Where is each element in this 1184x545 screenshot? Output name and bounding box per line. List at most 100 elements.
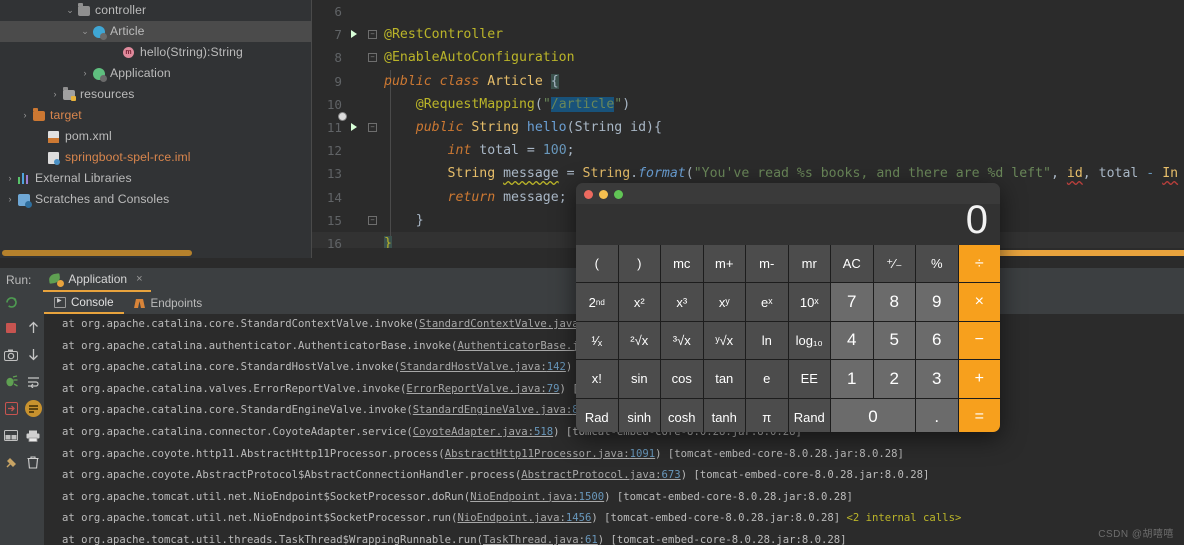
stacktrace-link[interactable]: StandardHostValve.java:142 (400, 361, 566, 373)
chevron-down-icon[interactable]: ⌄ (79, 21, 91, 42)
calc-key-x[interactable]: ²√x (618, 321, 660, 360)
calc-key-1[interactable]: 1 (831, 360, 873, 398)
run-configuration-tab[interactable]: Application × (43, 268, 151, 292)
rerun-icon[interactable] (0, 289, 22, 316)
scroll-down-icon[interactable] (22, 341, 44, 368)
project-tree-panel[interactable]: ⌄ controller ⌄ Article › m hello(String):Strin… (0, 0, 312, 258)
calc-key-2[interactable]: 2 (873, 360, 915, 398)
calc-key-sym[interactable]: ( (576, 245, 618, 283)
calc-key-2nd[interactable]: 2nd (576, 283, 618, 321)
calc-key-9[interactable]: 9 (916, 283, 958, 321)
calc-key-+[interactable]: + (958, 360, 1000, 398)
run-gutter-icon[interactable] (346, 27, 360, 41)
tree-item-pom-xml[interactable]: ›pom.xml (0, 126, 312, 147)
calc-key-cos[interactable]: cos (661, 360, 703, 398)
close-button[interactable] (584, 190, 593, 199)
calc-key-x[interactable]: x² (618, 283, 660, 321)
stacktrace-link[interactable]: StandardEngineValve.java:88 (413, 404, 585, 416)
calc-key-cosh[interactable]: cosh (661, 398, 703, 432)
minimize-button[interactable] (599, 190, 608, 199)
code-fold-toggle[interactable]: − (368, 30, 377, 40)
calc-key-10[interactable]: 10ˣ (788, 283, 830, 321)
calc-key-%[interactable]: % (916, 245, 958, 283)
calc-key-tan[interactable]: tan (703, 360, 745, 398)
calc-key-ac[interactable]: AC (831, 245, 873, 283)
calc-key-e[interactable]: eˣ (746, 283, 788, 321)
calc-key-3[interactable]: 3 (916, 360, 958, 398)
export-icon[interactable] (0, 395, 22, 422)
stacktrace-link[interactable]: NioEndpoint.java:1500 (470, 491, 604, 503)
tree-item-hello-string-string[interactable]: ›mhello(String):String (0, 42, 312, 63)
pin-icon[interactable] (0, 449, 22, 476)
calc-key-sym[interactable]: π (746, 398, 788, 432)
editor-line[interactable]: 6 (312, 0, 1184, 23)
calc-key-log[interactable]: log₁₀ (788, 321, 830, 360)
chevron-right-icon[interactable]: › (79, 63, 91, 84)
calc-key-4[interactable]: 4 (831, 321, 873, 360)
project-tree-horizontal-scrollbar[interactable] (2, 250, 192, 256)
calc-key-x[interactable]: ³√x (661, 321, 703, 360)
calc-key-tanh[interactable]: tanh (703, 398, 745, 432)
chevron-right-icon[interactable]: › (4, 189, 16, 210)
editor-line[interactable]: 9 public class Article { (312, 69, 1184, 93)
tab-endpoints[interactable]: Endpoints (124, 292, 213, 314)
calc-key-sym[interactable]: ⁺⁄₋ (873, 245, 915, 283)
calc-key-mc[interactable]: mc (661, 245, 703, 283)
calc-key-sinh[interactable]: sinh (618, 398, 660, 432)
calculator-titlebar[interactable] (576, 183, 1000, 204)
calc-key-x[interactable]: ʸ√x (703, 321, 745, 360)
editor-line[interactable]: 11 − public String hello(String id){ (312, 115, 1184, 140)
chevron-right-icon[interactable]: › (49, 84, 61, 105)
internal-calls-note[interactable]: <2 internal calls> (847, 512, 962, 524)
screenshot-icon[interactable] (0, 341, 22, 368)
debugger-icon[interactable] (0, 368, 22, 395)
calc-key-.[interactable]: . (916, 398, 958, 432)
editor-line[interactable]: 8 − @EnableAutoConfiguration (312, 46, 1184, 69)
chevron-right-icon[interactable]: › (4, 168, 16, 189)
tree-item-resources[interactable]: › resources (0, 84, 312, 105)
scroll-up-icon[interactable] (22, 314, 44, 341)
calc-key-ee[interactable]: EE (788, 360, 830, 398)
code-fold-toggle[interactable]: − (368, 215, 377, 225)
close-icon[interactable]: × (136, 273, 142, 285)
filter-icon[interactable] (22, 395, 44, 422)
stacktrace-link[interactable]: ErrorReportValve.java:79 (406, 383, 559, 395)
editor-line[interactable]: 12 int total = 100; (312, 139, 1184, 163)
code-fold-toggle[interactable]: − (368, 122, 377, 132)
stop-icon[interactable] (0, 314, 22, 341)
calc-key-5[interactable]: 5 (873, 321, 915, 360)
tree-item-springboot-spel-rce-iml[interactable]: ›springboot-spel-rce.iml (0, 147, 312, 168)
tab-console[interactable]: Console (44, 292, 124, 314)
tree-item-article[interactable]: ⌄ Article (0, 21, 312, 42)
calc-key-ln[interactable]: ln (746, 321, 788, 360)
calc-key-8[interactable]: 8 (873, 283, 915, 321)
calc-key-0[interactable]: 0 (831, 398, 915, 432)
code-fold-toggle[interactable]: − (368, 53, 377, 63)
zoom-button[interactable] (614, 190, 623, 199)
soft-wrap-icon[interactable] (22, 368, 44, 395)
chevron-right-icon[interactable]: › (19, 105, 31, 126)
calc-key-rand[interactable]: Rand (788, 398, 830, 432)
calc-key-7[interactable]: 7 (831, 283, 873, 321)
calc-key-sin[interactable]: sin (618, 360, 660, 398)
editor-line[interactable]: 10 @RequestMapping("/article") (312, 92, 1184, 116)
calculator-window[interactable]: 0 () mc m+ m-mr AC ⁺⁄₋% ÷ 2nd x² x³ xʸ eˣ 10ˣ 7 8 9 × ¹⁄ₓ… (576, 183, 1000, 432)
calculator-keypad[interactable]: () mc m+ m-mr AC ⁺⁄₋% ÷ 2nd x² x³ xʸ eˣ 10ˣ 7 8 9 × ¹⁄ₓ ²√… (576, 245, 1000, 432)
calc-key-sym[interactable]: ) (618, 245, 660, 283)
editor-line[interactable]: 7 − @RestController (312, 23, 1184, 46)
calc-key-sym[interactable]: ÷ (958, 245, 1000, 283)
print-icon[interactable] (22, 422, 44, 449)
calc-key-6[interactable]: 6 (916, 321, 958, 360)
calc-key-e[interactable]: e (746, 360, 788, 398)
stacktrace-link[interactable]: AbstractProtocol.java:673 (521, 469, 680, 481)
calc-key-mr[interactable]: mr (788, 245, 830, 283)
stacktrace-link[interactable]: CoyoteAdapter.java:518 (413, 426, 553, 438)
calc-key-sym[interactable]: − (958, 321, 1000, 360)
tree-item-controller[interactable]: ⌄ controller (0, 0, 312, 21)
tree-item-scratches-and-consoles[interactable]: › Scratches and Consoles (0, 189, 312, 210)
stacktrace-link[interactable]: NioEndpoint.java:1456 (457, 512, 591, 524)
tree-item-external-libraries[interactable]: › External Libraries (0, 168, 312, 189)
run-gutter-icon[interactable] (346, 120, 360, 134)
calc-key-m+[interactable]: m+ (703, 245, 745, 283)
chevron-down-icon[interactable]: ⌄ (64, 0, 76, 21)
